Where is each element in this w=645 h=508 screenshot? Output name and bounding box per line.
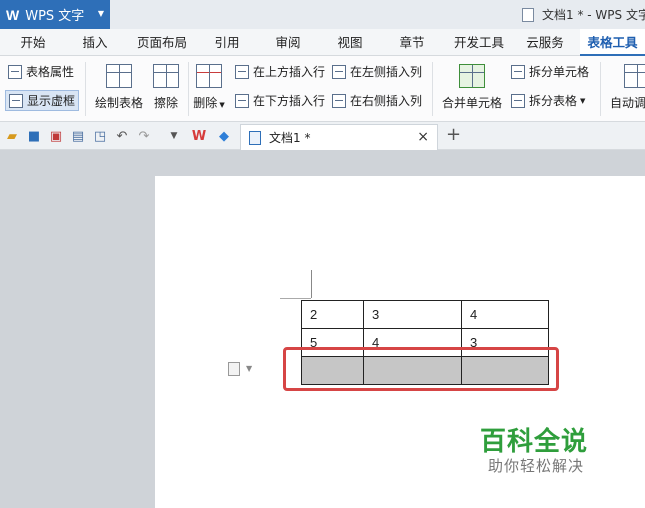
- document-tab-title: 文档1 *: [269, 131, 311, 145]
- divider: [188, 62, 189, 116]
- app-menu-button[interactable]: W WPS 文字 ▼: [0, 0, 110, 29]
- tab-start[interactable]: 开始: [12, 29, 54, 56]
- insert-row-below-icon: [235, 93, 249, 108]
- insert-row-below-button[interactable]: 在下方插入行: [235, 92, 325, 109]
- title-bar: W WPS 文字 ▼ 文档1 * - WPS 文字: [0, 0, 645, 29]
- wps-home-icon[interactable]: W: [192, 129, 206, 144]
- table-properties-label: 表格属性: [26, 65, 75, 79]
- divider: [600, 62, 601, 116]
- autofit-label: 自动调: [610, 96, 645, 110]
- draw-table-label: 绘制表格: [94, 96, 143, 110]
- insert-column-right-button[interactable]: 在右侧插入列: [332, 92, 422, 109]
- draw-table-button[interactable]: 绘制表格: [94, 64, 144, 111]
- merge-cells-icon: [459, 64, 485, 88]
- eraser-icon: [153, 64, 179, 88]
- delete-label: 删除: [193, 96, 218, 110]
- close-icon[interactable]: ×: [417, 129, 429, 145]
- divider: [432, 62, 433, 116]
- wps-logo-icon: W: [6, 6, 20, 23]
- quick-access-toolbar: ▰ ■ ▣ ▤ ◳ ↶ ↷ ▼ W ◆ 文档1 * × +: [0, 122, 645, 150]
- window-title: 文档1 * - WPS 文字: [522, 6, 645, 23]
- export-pdf-icon[interactable]: ▣: [49, 129, 63, 144]
- divider: [85, 62, 86, 116]
- tab-page-layout[interactable]: 页面布局: [134, 29, 190, 56]
- insert-column-left-icon: [332, 64, 346, 79]
- print-preview-icon[interactable]: ◳: [93, 129, 107, 144]
- insert-row-below-label: 在下方插入行: [253, 94, 326, 108]
- watermark-subtitle: 助你轻松解决: [488, 457, 585, 475]
- tab-sections[interactable]: 章节: [392, 29, 432, 56]
- open-folder-icon[interactable]: ▰: [5, 129, 19, 144]
- insert-row-above-button[interactable]: 在上方插入行: [235, 63, 325, 80]
- insert-column-right-icon: [332, 93, 346, 108]
- save-icon[interactable]: ■: [27, 129, 41, 144]
- split-cells-label: 拆分单元格: [529, 65, 590, 79]
- tab-cloud[interactable]: 云服务: [522, 29, 568, 56]
- tab-developer[interactable]: 开发工具: [450, 29, 508, 56]
- table-cell[interactable]: 3: [363, 300, 462, 329]
- table-cell[interactable]: 2: [301, 300, 364, 329]
- undo-icon[interactable]: ↶: [115, 129, 129, 144]
- merge-cells-button[interactable]: 合并单元格: [440, 64, 504, 111]
- cloud-cube-icon[interactable]: ◆: [217, 129, 231, 144]
- erase-button[interactable]: 擦除: [150, 64, 182, 111]
- document-tab[interactable]: 文档1 * ×: [240, 124, 438, 150]
- tab-references[interactable]: 引用: [207, 29, 247, 56]
- print-icon[interactable]: ▤: [71, 129, 85, 144]
- split-table-label: 拆分表格: [529, 94, 578, 108]
- merge-cells-label: 合并单元格: [441, 96, 502, 110]
- window-title-text: 文档1 * - WPS 文字: [542, 8, 645, 22]
- margin-marker: [280, 298, 311, 299]
- customize-toolbar-icon[interactable]: ▼: [167, 129, 181, 143]
- chevron-down-icon: ▼: [217, 101, 225, 109]
- delete-button[interactable]: 删除 ▼: [190, 64, 228, 111]
- show-gridlines-label: 显示虚框: [27, 94, 76, 108]
- chevron-down-icon: ▼: [580, 96, 586, 105]
- table-row: 2 3 4: [301, 300, 549, 329]
- show-gridlines-button[interactable]: 显示虚框: [5, 90, 80, 111]
- table-cell[interactable]: 4: [461, 300, 549, 329]
- insert-column-left-label: 在左侧插入列: [350, 65, 423, 79]
- table-properties-button[interactable]: 表格属性: [8, 63, 74, 80]
- annotation-highlight-box: [283, 347, 559, 391]
- add-tab-icon[interactable]: +: [446, 124, 461, 145]
- tab-view[interactable]: 视图: [330, 29, 370, 56]
- tab-insert[interactable]: 插入: [74, 29, 116, 56]
- insert-column-left-button[interactable]: 在左侧插入列: [332, 63, 422, 80]
- document-icon: [249, 130, 261, 145]
- chevron-down-icon[interactable]: ▼: [246, 364, 252, 373]
- draw-table-icon: [106, 64, 132, 88]
- gridlines-icon: [9, 93, 23, 108]
- insert-row-above-label: 在上方插入行: [253, 65, 326, 79]
- insert-row-above-icon: [235, 64, 249, 79]
- document-icon: [522, 7, 534, 22]
- app-name: WPS 文字: [25, 9, 85, 24]
- insert-column-right-label: 在右侧插入列: [350, 94, 423, 108]
- autofit-icon: [624, 64, 645, 88]
- delete-table-icon: [196, 64, 222, 88]
- split-table-button[interactable]: 拆分表格 ▼: [511, 92, 585, 109]
- tab-table-tools[interactable]: 表格工具: [580, 29, 645, 56]
- erase-label: 擦除: [153, 96, 178, 110]
- menu-bar: 开始 插入 页面布局 引用 审阅 视图 章节 开发工具 云服务 表格工具: [0, 29, 645, 56]
- ribbon: 表格属性 显示虚框 绘制表格 擦除 删除 ▼ 在上方插入行 在下方插入行 在左侧…: [0, 56, 645, 122]
- redo-icon[interactable]: ↷: [137, 129, 151, 144]
- watermark-title: 百科全说: [480, 427, 589, 457]
- paragraph-options-icon[interactable]: [228, 362, 240, 376]
- margin-marker: [311, 270, 312, 298]
- split-cells-button[interactable]: 拆分单元格: [511, 63, 589, 80]
- split-table-icon: [511, 93, 525, 108]
- autofit-button[interactable]: 自动调: [610, 64, 645, 111]
- table-properties-icon: [8, 64, 22, 79]
- split-cells-icon: [511, 64, 525, 79]
- tab-review[interactable]: 审阅: [268, 29, 308, 56]
- chevron-down-icon: ▼: [97, 9, 104, 18]
